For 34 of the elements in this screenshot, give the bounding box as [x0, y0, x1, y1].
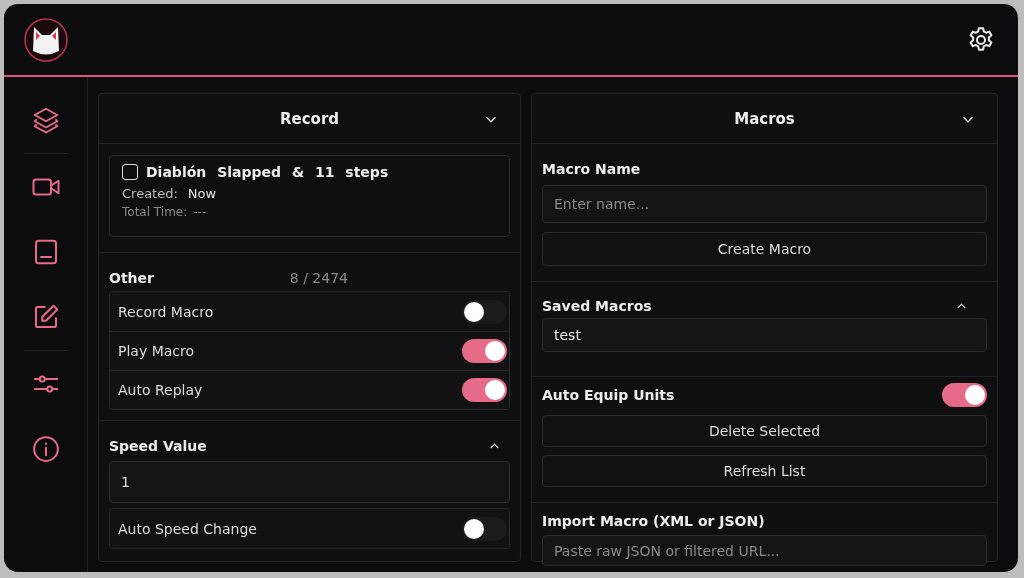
toggle-label: Record Macro [118, 303, 214, 320]
logo-icon [24, 17, 68, 62]
count-label: 8 / 2474 [289, 270, 348, 286]
name-input[interactable]: Enter name... [542, 185, 987, 223]
toggle-label: Auto Speed Change [118, 520, 257, 537]
macro-title: Diablón Slapped & 11 steps [146, 164, 389, 180]
meta-label: Total Time: [122, 205, 188, 219]
meta-label: Created: [122, 186, 178, 201]
toggle-switch[interactable] [462, 339, 507, 363]
meta-value: Now [187, 186, 217, 201]
checkbox[interactable] [122, 164, 138, 180]
info-icon[interactable] [30, 434, 61, 464]
panel-title: Record [279, 109, 340, 128]
toggle-switch[interactable] [462, 378, 507, 402]
import-input[interactable]: Paste raw JSON or filtered URL... [542, 535, 987, 566]
macro-card[interactable]: Diablón Slapped & 11 steps Created: Now Total Time: --- [109, 155, 510, 237]
meta-value: --- [193, 205, 207, 219]
toggle-switch[interactable] [942, 383, 987, 407]
speed-input[interactable]: 1 [109, 461, 510, 503]
toggle-switch[interactable] [462, 299, 507, 324]
field-label: Macro Name [542, 161, 642, 177]
toggle-switch[interactable] [462, 516, 507, 541]
panel-title: Macros [734, 109, 795, 128]
toggle-label: Auto Equip Units [542, 387, 675, 403]
field-label: Import Macro (XML or JSON) [542, 513, 766, 529]
toggle-label: Auto Replay [118, 382, 203, 398]
section-label: Other [109, 270, 154, 286]
toggle-label: Play Macro [118, 343, 194, 359]
section-label: Saved Macros [542, 298, 652, 314]
section-label: Speed Value [109, 438, 207, 454]
action-button[interactable]: Refresh List [542, 455, 987, 487]
create-macro-button[interactable]: Create Macro [542, 232, 987, 266]
saved-macro-item[interactable]: test [542, 318, 987, 352]
action-button[interactable]: Delete Selected [542, 415, 987, 447]
